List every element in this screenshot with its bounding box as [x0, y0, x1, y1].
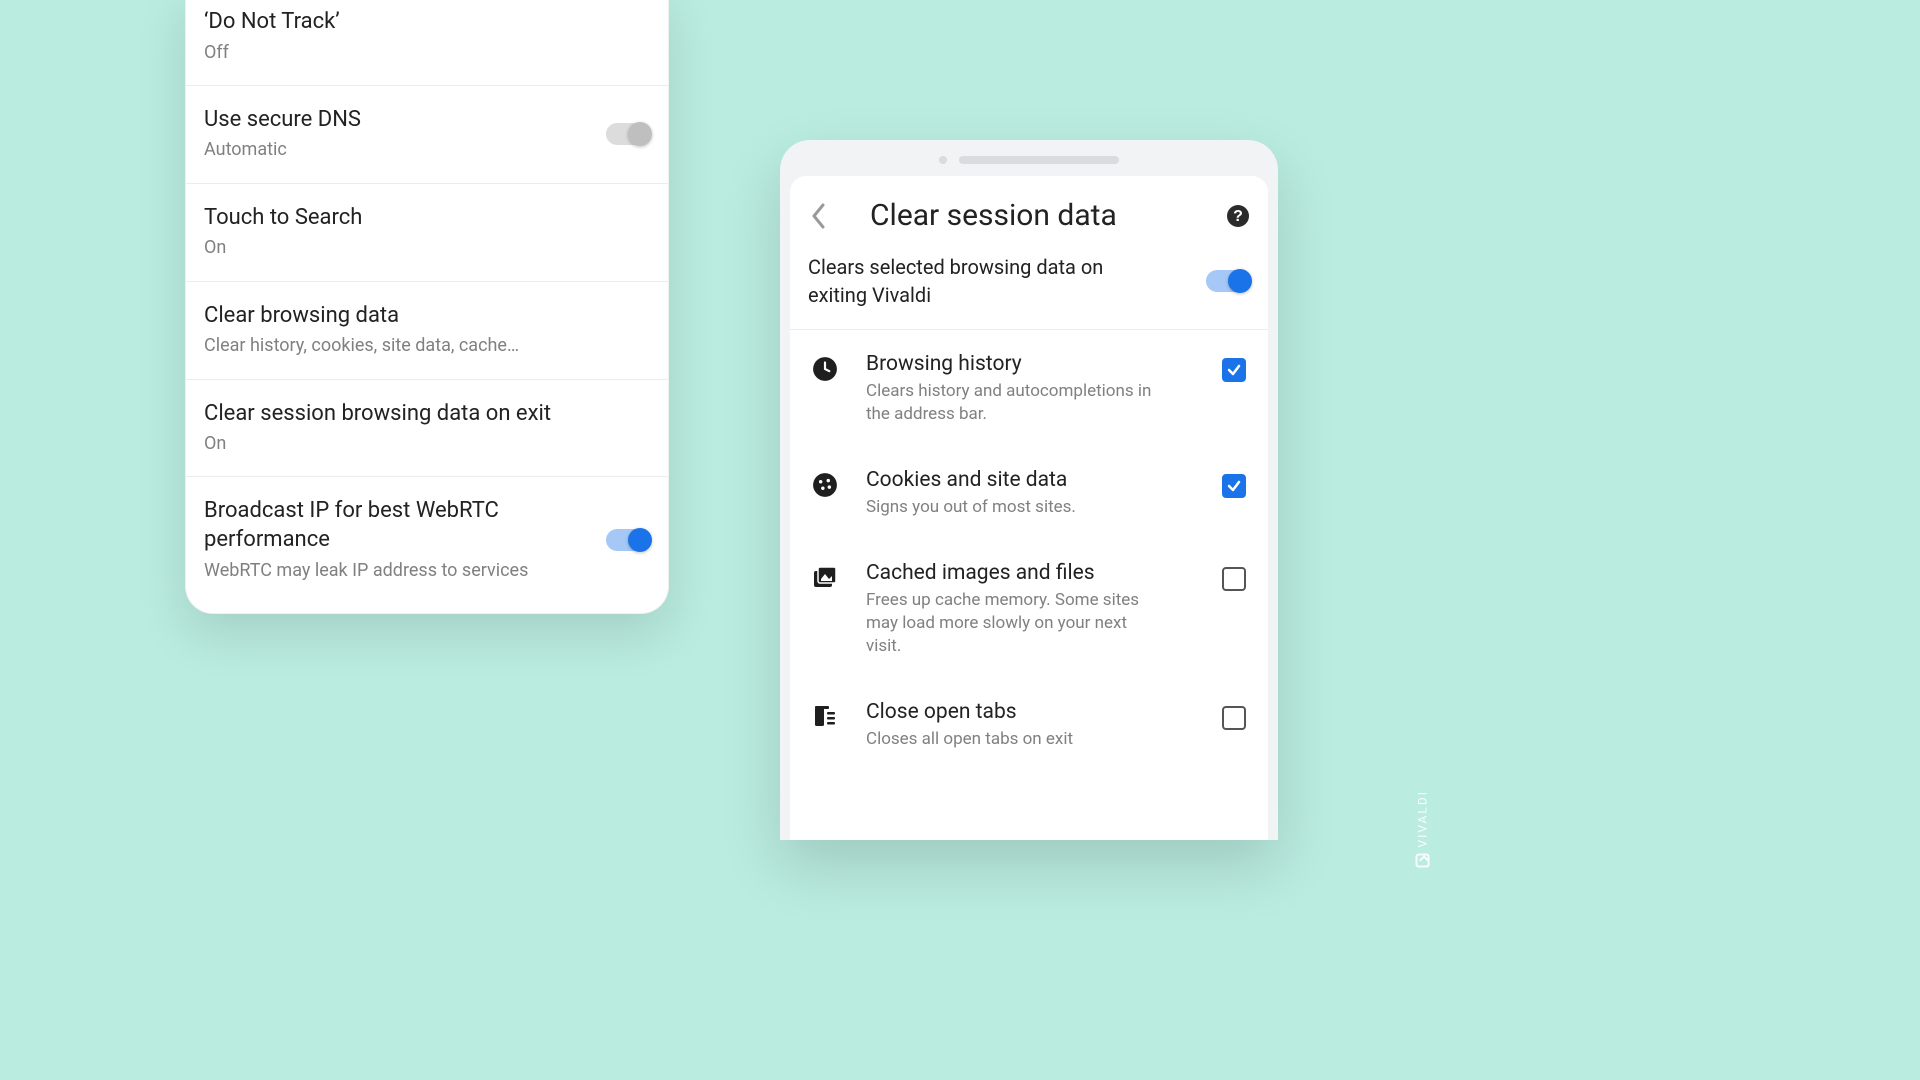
setting-row-clear-session-on-exit[interactable]: Clear session browsing data on exit On [186, 380, 668, 478]
page-title: Clear session data [870, 198, 1206, 233]
master-toggle[interactable] [1206, 270, 1250, 292]
image-icon [808, 561, 842, 591]
row-title: Clear browsing data [204, 302, 650, 331]
help-icon[interactable]: ? [1226, 204, 1250, 228]
phone-speaker-bar [790, 150, 1268, 170]
checkbox-browsing-history[interactable] [1222, 358, 1246, 382]
row-sub: On [204, 236, 650, 260]
master-toggle-label: Clears selected browsing data on exiting… [808, 253, 1148, 309]
watermark-text: VIVALDI [1416, 790, 1430, 848]
row-sub: Off [204, 41, 650, 65]
row-title: Use secure DNS [204, 106, 594, 135]
setting-row-touch-to-search[interactable]: Touch to Search On [186, 184, 668, 282]
vivaldi-watermark: VIVALDI [1416, 790, 1430, 868]
option-browsing-history[interactable]: Browsing history Clears history and auto… [790, 330, 1268, 446]
row-sub: Automatic [204, 138, 594, 162]
setting-row-webrtc[interactable]: Broadcast IP for best WebRTC performance… [186, 477, 668, 612]
phone-mockup-right: Clear session data ? Clears selected bro… [780, 140, 1278, 840]
tabs-icon [808, 700, 842, 730]
checkbox-cookies[interactable] [1222, 474, 1246, 498]
option-title: Cached images and files [866, 561, 1198, 585]
option-title: Close open tabs [866, 700, 1198, 724]
row-title: Broadcast IP for best WebRTC performance [204, 497, 594, 554]
option-cookies[interactable]: Cookies and site data Signs you out of m… [790, 446, 1268, 539]
setting-row-secure-dns[interactable]: Use secure DNS Automatic [186, 86, 668, 184]
setting-row-clear-browsing-data[interactable]: Clear browsing data Clear history, cooki… [186, 282, 668, 380]
option-close-tabs[interactable]: Close open tabs Closes all open tabs on … [790, 678, 1268, 771]
setting-row-do-not-track[interactable]: ‘Do Not Track’ Off [186, 0, 668, 86]
option-sub: Closes all open tabs on exit [866, 728, 1166, 751]
checkbox-cached[interactable] [1222, 567, 1246, 591]
row-sub: WebRTC may leak IP address to services [204, 559, 594, 583]
cookie-icon [808, 468, 842, 498]
option-sub: Frees up cache memory. Some sites may lo… [866, 589, 1166, 658]
option-title: Cookies and site data [866, 468, 1198, 492]
row-title: Clear session browsing data on exit [204, 400, 650, 429]
settings-panel-left: ‘Do Not Track’ Off Use secure DNS Automa… [185, 0, 669, 614]
screen-header: Clear session data ? [790, 176, 1268, 249]
row-title: ‘Do Not Track’ [204, 8, 650, 37]
option-sub: Clears history and autocompletions in th… [866, 380, 1166, 426]
row-title: Touch to Search [204, 204, 650, 233]
option-sub: Signs you out of most sites. [866, 496, 1166, 519]
vivaldi-logo-icon [1416, 854, 1430, 868]
row-sub: On [204, 432, 650, 456]
svg-text:?: ? [1233, 208, 1243, 225]
option-cached[interactable]: Cached images and files Frees up cache m… [790, 539, 1268, 678]
secure-dns-toggle[interactable] [606, 123, 650, 145]
option-title: Browsing history [866, 352, 1198, 376]
row-sub: Clear history, cookies, site data, cache… [204, 334, 650, 358]
clock-icon [808, 352, 842, 382]
master-toggle-row[interactable]: Clears selected browsing data on exiting… [790, 249, 1268, 330]
webrtc-toggle[interactable] [606, 529, 650, 551]
clear-session-screen: Clear session data ? Clears selected bro… [790, 176, 1268, 840]
back-icon[interactable] [808, 205, 830, 227]
checkbox-close-tabs[interactable] [1222, 706, 1246, 730]
